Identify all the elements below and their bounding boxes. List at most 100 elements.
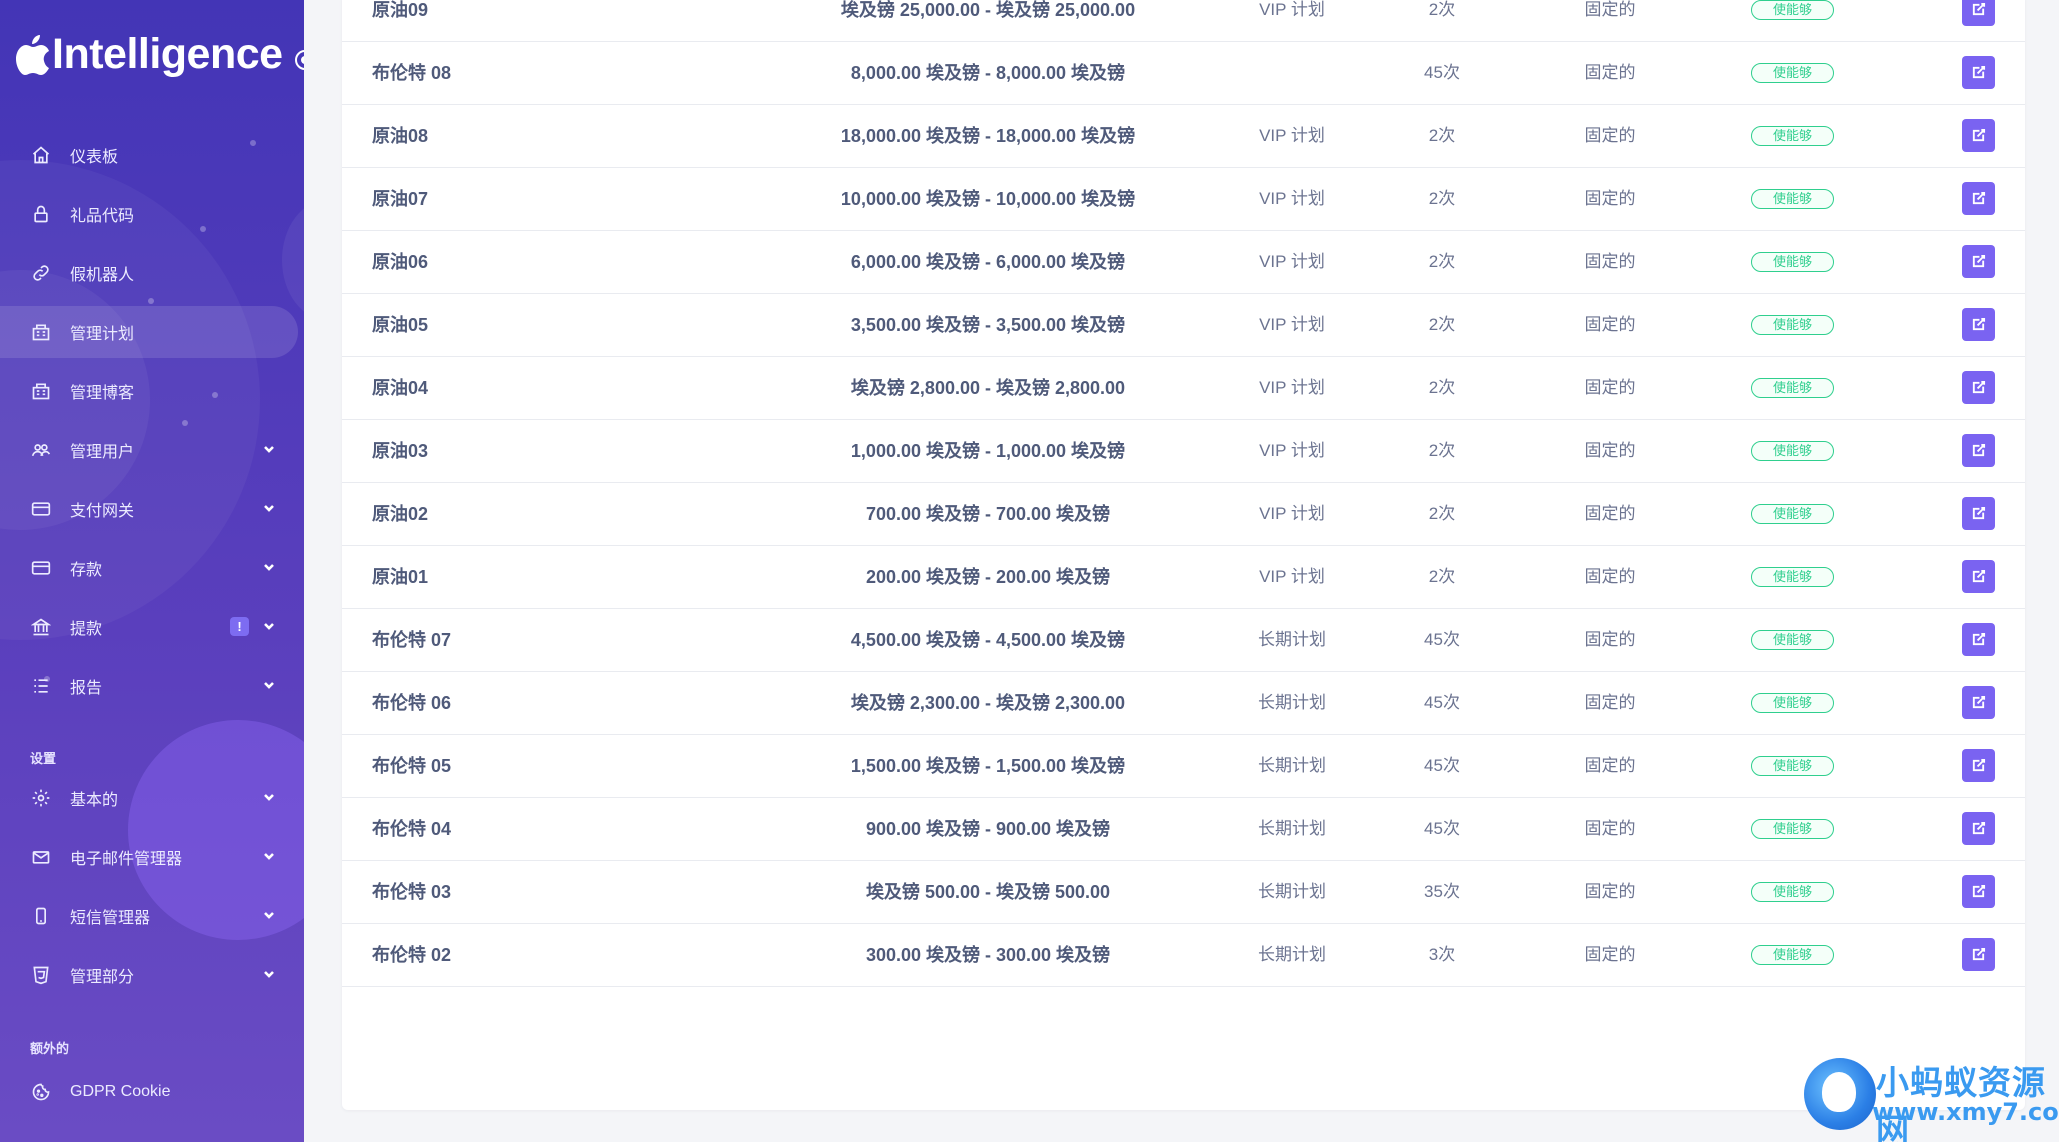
plan-amount-range: 700.00 埃及镑 - 700.00 埃及镑: [865, 504, 1111, 524]
table-row: 布伦特 06 埃及镑 2,300.00 - 埃及镑 2,300.00 长期计划 …: [342, 672, 2025, 735]
chevron-down-icon: [262, 501, 276, 515]
watermark-url: www.xmy7.com: [1872, 1098, 2059, 1126]
edit-button[interactable]: [1962, 371, 1995, 404]
chevron-down-icon: [262, 619, 276, 633]
table-row: 布伦特 05 1,500.00 埃及镑 - 1,500.00 埃及镑 长期计划 …: [342, 735, 2025, 798]
plan-name: 原油07: [372, 189, 429, 209]
sidebar-item-deposits[interactable]: 存款: [0, 542, 300, 594]
plan-interest-kind: 固定的: [1584, 126, 1636, 145]
edit-button[interactable]: [1962, 560, 1995, 593]
status-badge: 使能够: [1751, 315, 1834, 335]
sidebar-toggle[interactable]: [294, 50, 304, 70]
edit-icon: [1972, 884, 1986, 898]
sidebar-item-email-manager[interactable]: 电子邮件管理器: [0, 831, 300, 883]
table-row: 原油08 18,000.00 埃及镑 - 18,000.00 埃及镑 VIP 计…: [342, 105, 2025, 168]
edit-button[interactable]: [1962, 182, 1995, 215]
sidebar-section-settings: 设置: [30, 751, 57, 766]
plan-name: 布伦特 03: [372, 882, 452, 902]
chevron-down-icon: [262, 967, 276, 981]
sidebar-item-label: 管理博客: [70, 385, 135, 402]
action-cell: [1962, 735, 1995, 797]
toggle-dot-icon: [300, 56, 304, 64]
sidebar-item-sms-manager[interactable]: 短信管理器: [0, 890, 300, 942]
edit-icon: [1972, 947, 1986, 961]
sidebar-item-gift-codes[interactable]: 礼品代码: [0, 188, 300, 240]
edit-button[interactable]: [1962, 875, 1995, 908]
edit-button[interactable]: [1962, 497, 1995, 530]
status-cell: 使能够: [1751, 42, 1834, 104]
edit-button[interactable]: [1962, 434, 1995, 467]
edit-icon: [1972, 2, 1986, 16]
edit-button[interactable]: [1962, 686, 1995, 719]
edit-button[interactable]: [1962, 749, 1995, 782]
sidebar-item-fake-bots[interactable]: 假机器人: [0, 247, 300, 299]
edit-button[interactable]: [1962, 245, 1995, 278]
sidebar-item-payment-gateways[interactable]: 支付网关: [0, 483, 300, 535]
edit-button[interactable]: [1962, 0, 1995, 26]
html-icon: [30, 964, 52, 986]
plan-amount-range: 4,500.00 埃及镑 - 4,500.00 埃及镑: [850, 630, 1126, 650]
sidebar-item-gdpr-cookie[interactable]: GDPR Cookie: [0, 1066, 300, 1118]
sidebar-item-label: 礼品代码: [70, 208, 135, 225]
plan-name: 原油03: [372, 441, 429, 461]
sidebar-item-manage-blog[interactable]: 管理博客: [0, 365, 300, 417]
sidebar-item-label: 管理部分: [70, 969, 135, 986]
mobile-icon: [30, 905, 52, 927]
plan-type: VIP 计划: [1259, 567, 1325, 586]
table-row: 布伦特 03 埃及镑 500.00 - 埃及镑 500.00 长期计划 35次 …: [342, 861, 2025, 924]
sidebar-item-dashboard[interactable]: 仪表板: [0, 129, 300, 181]
plan-interest-kind: 固定的: [1584, 504, 1636, 523]
status-badge: 使能够: [1751, 378, 1834, 398]
sidebar-item-general[interactable]: 基本的: [0, 772, 300, 824]
edit-button[interactable]: [1962, 623, 1995, 656]
chevron-down-icon: [262, 442, 276, 456]
status-badge: 使能够: [1751, 441, 1834, 461]
plan-interest-kind: 固定的: [1584, 945, 1636, 964]
edit-button[interactable]: [1962, 56, 1995, 89]
edit-icon: [1972, 821, 1986, 835]
edit-button[interactable]: [1962, 812, 1995, 845]
alert-badge: !: [230, 617, 249, 636]
plan-return-times: 45次: [1424, 693, 1460, 712]
sidebar-item-manage-sections[interactable]: 管理部分: [0, 949, 300, 1001]
edit-icon: [1972, 569, 1986, 583]
plan-amount-range: 900.00 埃及镑 - 900.00 埃及镑: [865, 819, 1111, 839]
plan-type: 长期计划: [1258, 945, 1326, 964]
table-row: 布伦特 04 900.00 埃及镑 - 900.00 埃及镑 长期计划 45次 …: [342, 798, 2025, 861]
edit-button[interactable]: [1962, 119, 1995, 152]
plan-name: 原油06: [372, 252, 429, 272]
action-cell: [1962, 798, 1995, 860]
brand-logo[interactable]: Intelligence: [16, 24, 304, 84]
sidebar-item-reports[interactable]: 报告: [0, 660, 300, 712]
edit-icon: [1972, 506, 1986, 520]
edit-button[interactable]: [1962, 938, 1995, 971]
plan-name: 原油01: [372, 567, 429, 587]
plan-return-times: 45次: [1424, 756, 1460, 775]
status-badge: 使能够: [1751, 945, 1834, 965]
edit-icon: [1972, 758, 1986, 772]
plan-name: 原油04: [372, 378, 429, 398]
sidebar-item-manage-users[interactable]: 管理用户: [0, 424, 300, 476]
plan-return-times: 2次: [1428, 378, 1456, 397]
edit-icon: [1972, 695, 1986, 709]
action-cell: [1962, 294, 1995, 356]
plan-type: 长期计划: [1258, 630, 1326, 649]
sidebar-item-manage-plans[interactable]: 管理计划: [0, 306, 298, 358]
sidebar-item-withdrawals[interactable]: 提款 !: [0, 601, 300, 653]
plan-name: 布伦特 08: [372, 63, 452, 83]
plan-amount-range: 埃及镑 500.00 - 埃及镑 500.00: [865, 882, 1111, 902]
status-cell: 使能够: [1751, 672, 1834, 734]
plan-amount-range: 10,000.00 埃及镑 - 10,000.00 埃及镑: [840, 189, 1136, 209]
status-cell: 使能够: [1751, 483, 1834, 545]
status-cell: 使能够: [1751, 294, 1834, 356]
list-icon: [30, 675, 52, 697]
status-badge: 使能够: [1751, 126, 1834, 146]
plan-type: 长期计划: [1258, 756, 1326, 775]
lock-icon: [30, 203, 52, 225]
plan-amount-range: 6,000.00 埃及镑 - 6,000.00 埃及镑: [850, 252, 1126, 272]
status-badge: 使能够: [1751, 0, 1834, 20]
edit-button[interactable]: [1962, 308, 1995, 341]
plan-return-times: 2次: [1428, 567, 1456, 586]
sidebar-item-label: 短信管理器: [70, 910, 151, 927]
action-cell: [1962, 483, 1995, 545]
